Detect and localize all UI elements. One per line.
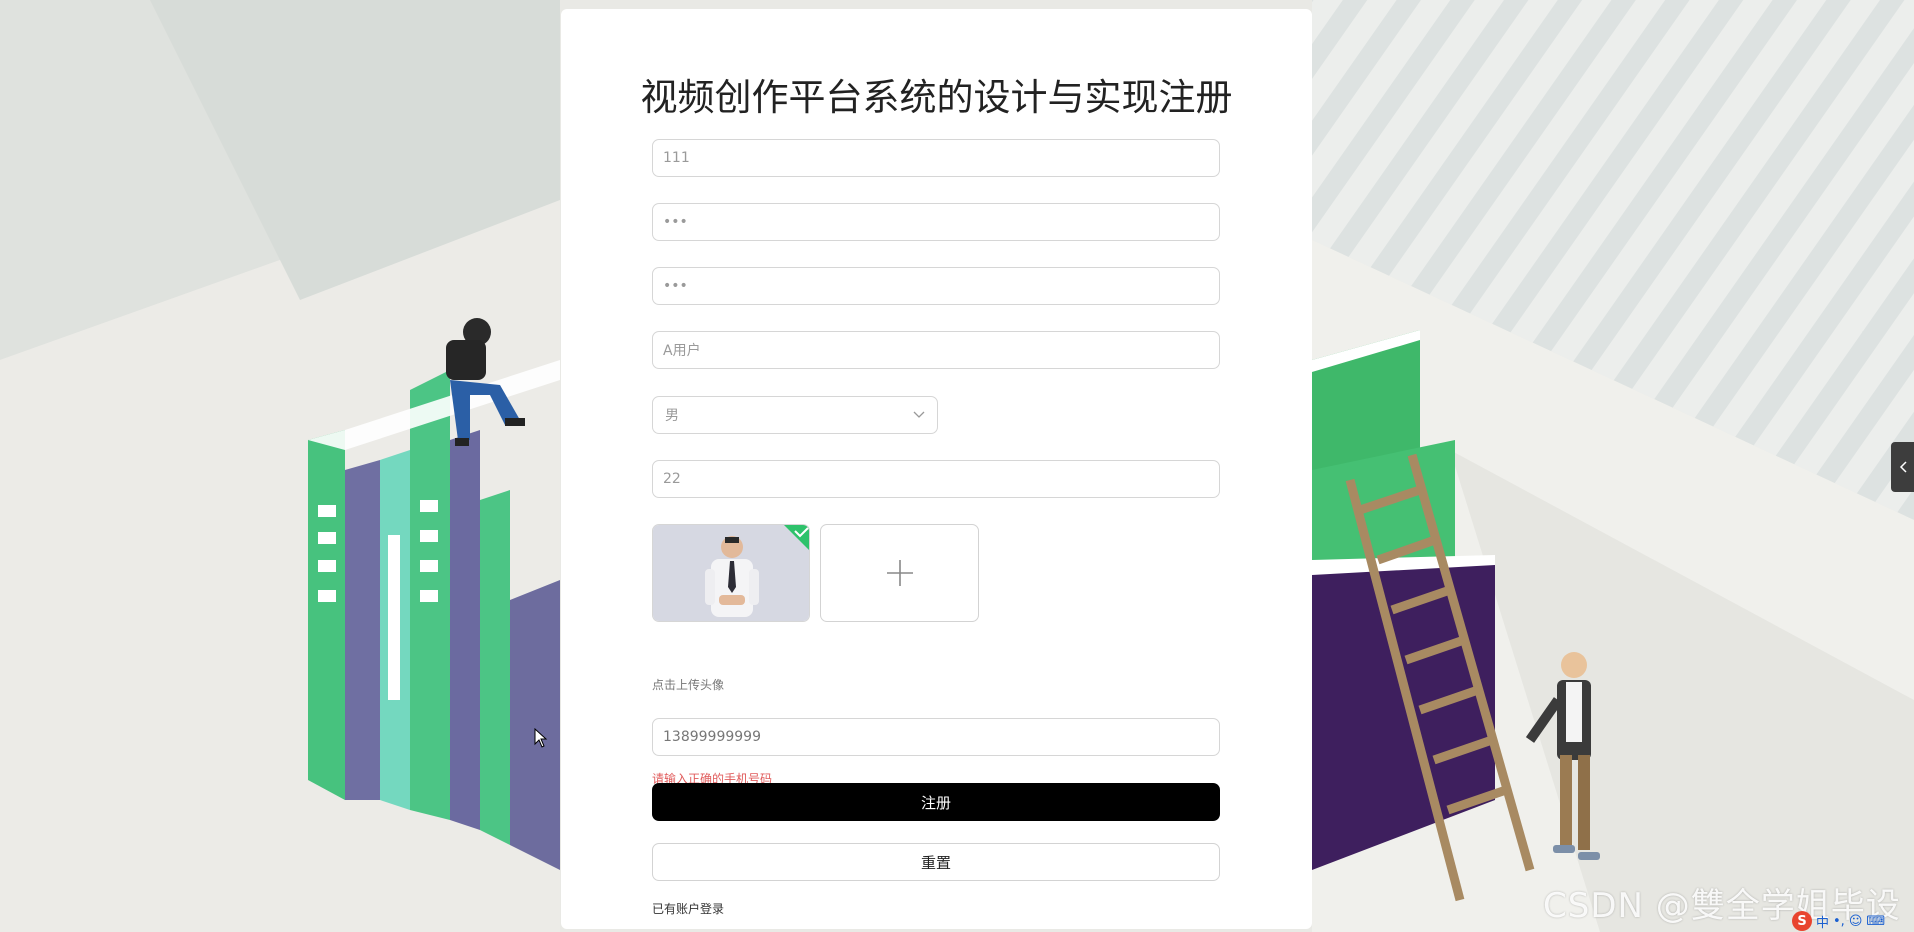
side-panel-toggle[interactable] [1891,442,1914,492]
avatar-preview[interactable] [652,524,810,622]
login-link[interactable]: 已有账户登录 [652,900,724,917]
ime-logo-icon: S [1792,911,1812,931]
gender-selected-value: 男 [665,408,679,424]
ime-language[interactable]: 中 [1816,912,1829,931]
avatar-upload-hint: 点击上传头像 [652,678,725,692]
ime-emoji-icon[interactable]: ☺ [1849,914,1863,929]
gender-select[interactable]: 男 [652,396,938,434]
ime-punctuation[interactable]: •, [1833,914,1845,929]
mouse-cursor-icon [534,728,548,748]
avatar-photo [653,525,809,621]
confirm-password-input[interactable] [652,267,1220,305]
register-button[interactable]: 注册 [652,783,1220,821]
reset-button[interactable]: 重置 [652,843,1220,881]
chevron-left-icon [1899,461,1907,473]
plus-icon [886,560,913,586]
ime-toolbar[interactable]: S 中 •, ☺ ⌨ [1792,910,1885,932]
name-input[interactable] [652,331,1220,369]
avatar-upload-button[interactable] [820,524,979,622]
register-card: 视频创作平台系统的设计与实现注册 男 点击上传头像 请输入 [561,9,1312,929]
password-input[interactable] [652,203,1220,241]
phone-input[interactable] [652,718,1220,756]
account-input[interactable] [652,139,1220,177]
chevron-down-icon [913,411,925,418]
ime-keyboard-icon[interactable]: ⌨ [1866,914,1885,929]
age-input[interactable] [652,460,1220,498]
page-title: 视频创作平台系统的设计与实现注册 [640,76,1233,119]
